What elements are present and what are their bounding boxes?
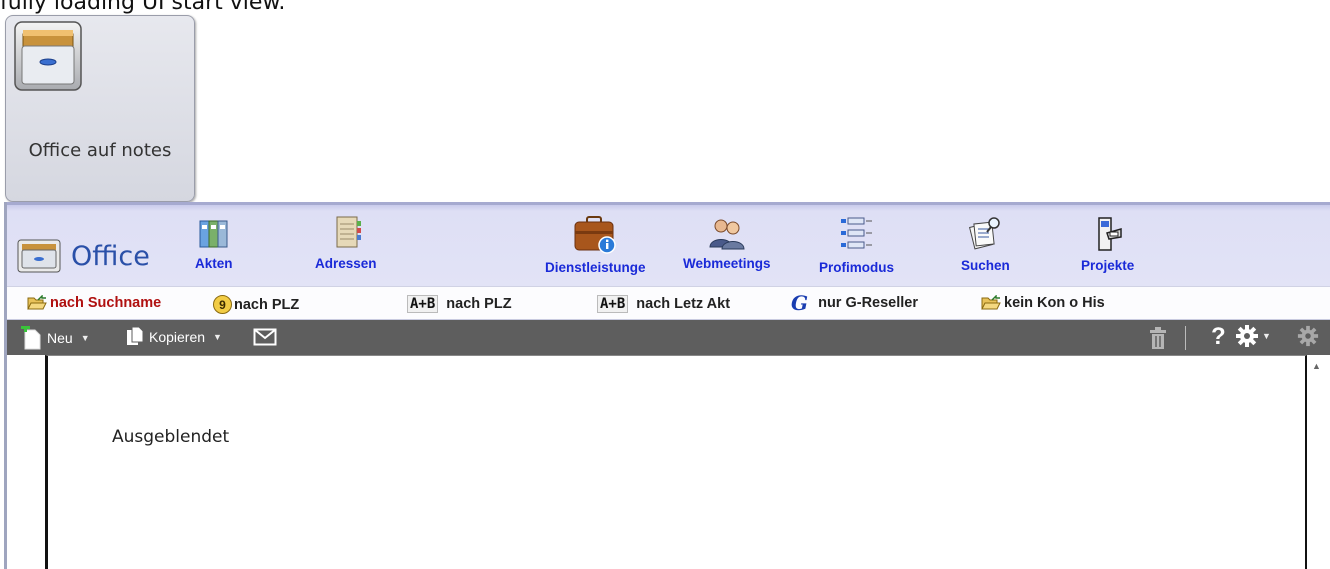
hidden-status-text: Ausgeblendet [112,427,230,447]
binders-icon [195,215,233,256]
envelope-icon [253,328,277,346]
file-cabinet-icon [17,239,61,273]
filter-nach-plz-9[interactable]: 9 nach PLZ [213,295,299,314]
filter-label: nach PLZ [446,296,512,312]
top-partial-text: fully loading UI start view. [0,0,286,15]
office-brand: Office [17,239,150,273]
nav-label: Profimodus [819,260,895,275]
nav-label: Adressen [315,256,377,271]
vertical-scrollbar[interactable]: ▲ [1307,355,1330,569]
nav-adressen[interactable]: Adressen [315,215,377,271]
g-logo: G [791,291,809,315]
filter-nach-letz-akt[interactable]: A+B nach Letz Akt [597,295,730,313]
tree-list-icon [819,215,894,260]
email-button[interactable] [253,328,277,346]
ab-badge: A+B [407,295,439,313]
copy-label: Kopieren [149,329,206,345]
nav-label: Webmeetings [683,256,771,271]
nav-label: Dienstleistunge [545,260,646,275]
copy-document-icon [125,326,145,348]
nav-suchen[interactable]: Suchen [961,215,1010,273]
scroll-up-icon[interactable]: ▲ [1312,361,1321,371]
nav-webmeetings[interactable]: Webmeetings [683,215,771,271]
nav-projekte[interactable]: Projekte [1081,215,1134,273]
office-auf-notes-tile[interactable]: Office auf notes [5,15,195,202]
copy-button[interactable]: Kopieren ▼ [125,326,222,348]
project-binder-icon [1081,215,1134,258]
tile-label: Office auf notes [28,140,172,161]
address-book-icon [315,215,377,256]
app-title: Office [71,240,150,272]
filter-nach-plz-ab[interactable]: A+B nach PLZ [407,295,512,313]
office-app-frame: Office Akten Adressen Dienstleistunge We… [4,202,1330,569]
chevron-down-icon: ▼ [80,333,90,343]
nav-akten[interactable]: Akten [195,215,233,271]
nav-profimodus[interactable]: Profimodus [819,215,894,275]
numbered-badge: 9 [213,295,232,314]
gear-icon [1297,325,1319,347]
content-panel: Ausgeblendet [45,355,1307,569]
chevron-down-icon: ▼ [213,332,222,342]
folder-open-icon [981,295,1001,311]
settings-button-disabled[interactable] [1297,325,1319,347]
trash-icon [1149,326,1167,350]
nav-dienstleistunge[interactable]: Dienstleistunge [545,215,646,275]
filter-label: nur G-Reseller [818,295,919,311]
action-toolbar: Neu ▼ Kopieren ▼ ? ▼ [7,320,1330,355]
help-button[interactable]: ? [1211,323,1226,351]
ab-badge: A+B [597,295,629,313]
filter-nur-g-reseller[interactable]: G nur G-Reseller [791,291,919,315]
nav-label: Projekte [1081,258,1135,273]
help-label: ? [1211,323,1226,350]
filter-label: nach Suchname [50,295,162,311]
folder-open-icon [27,295,47,311]
filter-label: nach Letz Akt [636,296,731,312]
new-button[interactable]: Neu ▼ [21,326,90,350]
filter-bar: nach Suchname 9 nach PLZ A+B nach PLZ A+… [7,286,1330,320]
settings-dropdown-button[interactable]: ▼ [1235,324,1271,348]
new-document-icon [21,326,41,350]
toolbar-divider [1185,326,1186,350]
new-label: Neu [47,330,73,346]
search-documents-icon [961,215,1010,258]
briefcase-info-icon [545,215,646,260]
delete-button[interactable] [1149,326,1167,350]
file-cabinet-icon [13,20,85,94]
office-header: Office Akten Adressen Dienstleistunge We… [7,202,1330,286]
people-icon [683,215,771,256]
filter-label: kein Kon o His [1004,295,1105,311]
chevron-down-icon: ▼ [1262,331,1271,341]
gear-icon [1235,324,1259,348]
filter-label: nach PLZ [234,296,300,313]
nav-label: Suchen [961,258,1010,273]
nav-label: Akten [195,256,233,271]
filter-nach-suchname[interactable]: nach Suchname [27,295,161,311]
filter-kein-kon-o-his[interactable]: kein Kon o His [981,295,1105,311]
